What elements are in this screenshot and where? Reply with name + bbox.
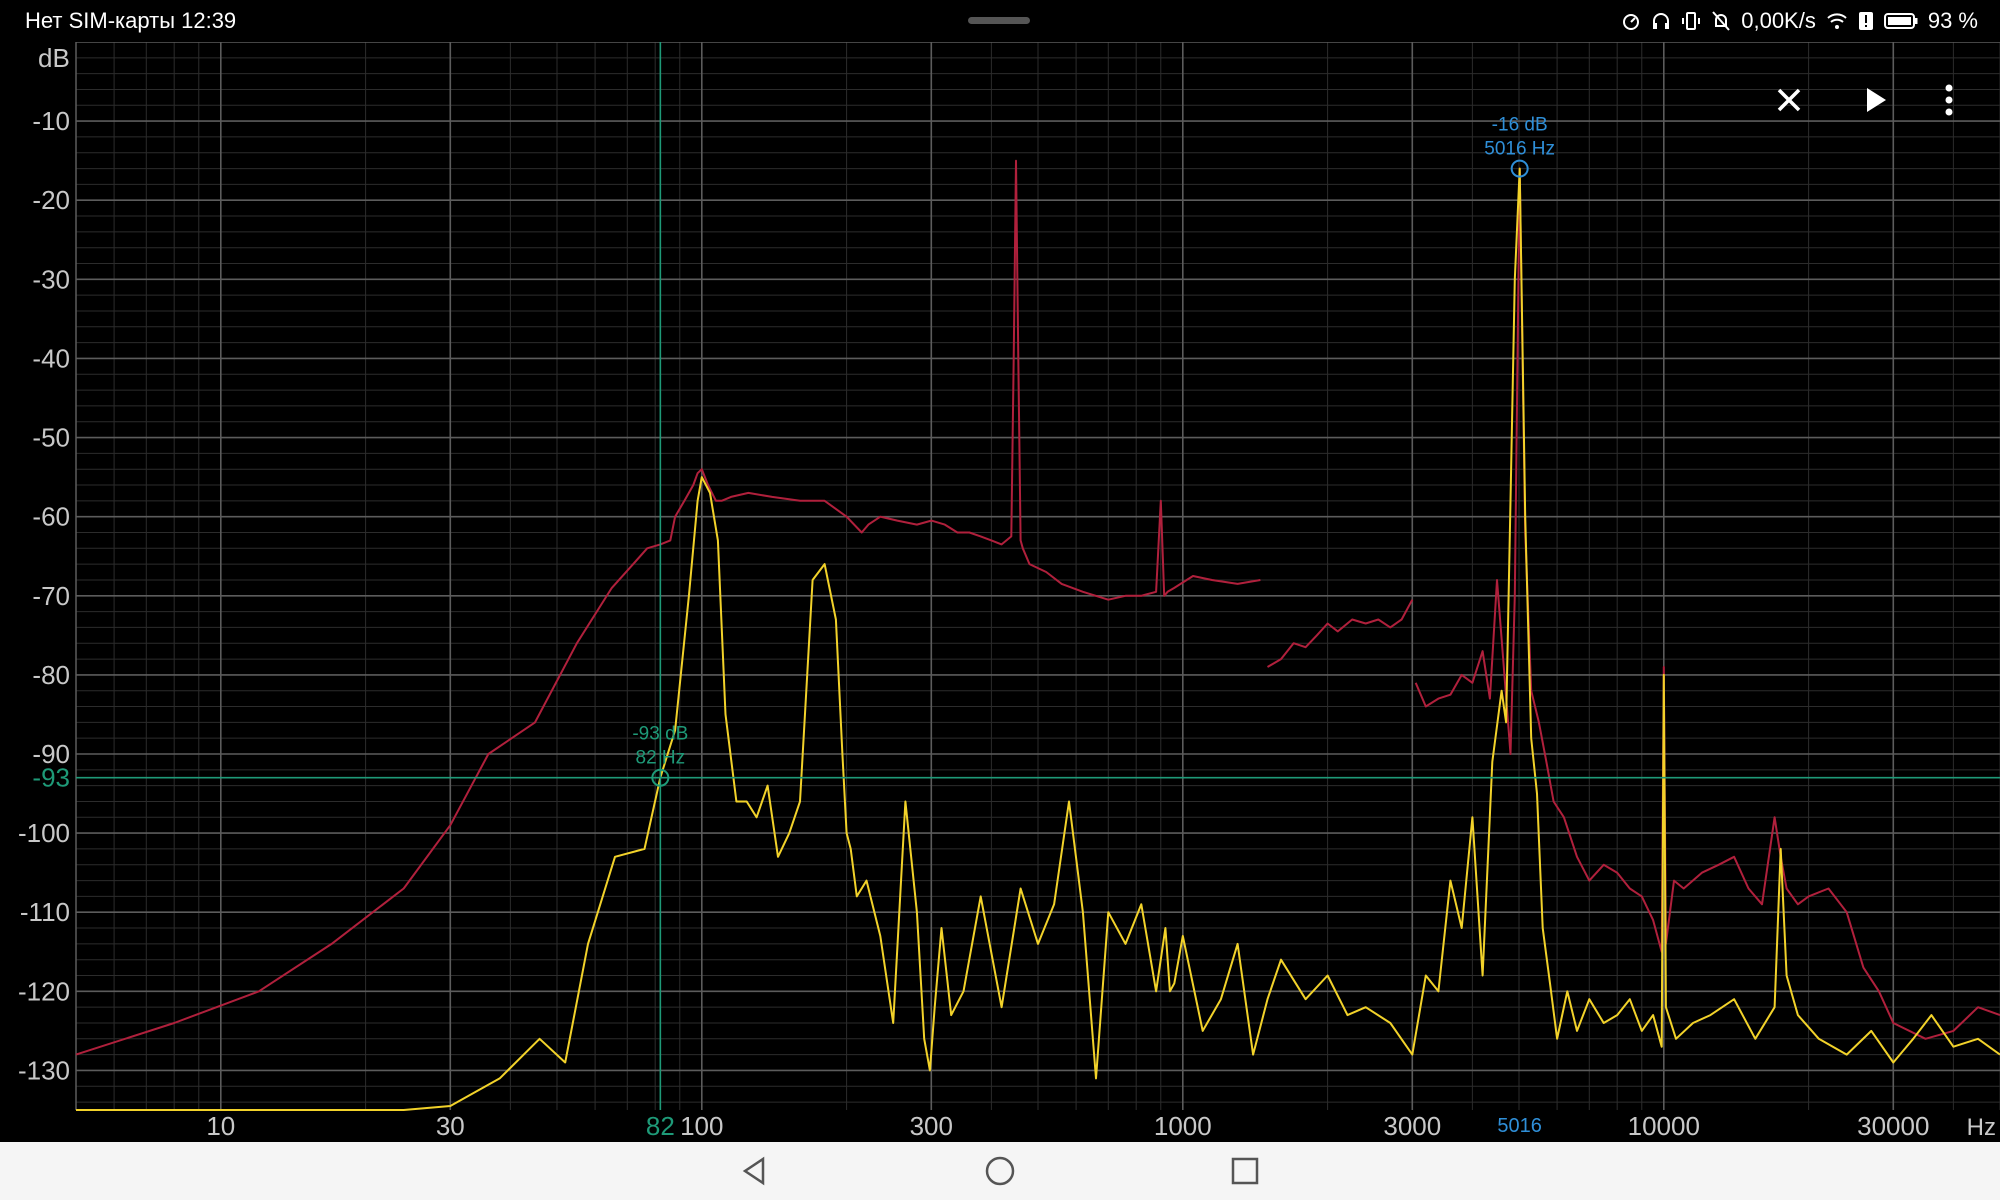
spectrum-chart[interactable]: -93 dB 82 Hz -16 dB 5016 Hz dB -10 -20 -30 -40 -…	[0, 42, 2000, 1142]
close-icon[interactable]	[1765, 76, 1813, 124]
mute-icon	[1712, 11, 1730, 31]
y-tick-label: -10	[32, 106, 70, 136]
alert-icon	[1858, 12, 1873, 30]
x-tick-label: 1000	[1154, 1111, 1212, 1141]
vibrate-icon	[1682, 12, 1701, 30]
play-icon[interactable]	[1850, 76, 1898, 124]
battery-percent-text: 93 %	[1927, 8, 1978, 33]
peak-x-label: 5016	[1497, 1115, 1542, 1137]
y-axis-unit: dB	[38, 43, 70, 73]
marker-db-label: -93 dB	[632, 724, 688, 745]
more-vert-icon[interactable]	[1925, 76, 1973, 124]
marker-hz-label: 5016 Hz	[1484, 139, 1555, 160]
carrier-time-text: Нет SIM-карты 12:39	[25, 8, 237, 33]
net-speed-text: 0,00K/s	[1741, 8, 1816, 33]
x-tick-label: 30	[436, 1111, 465, 1141]
y-tick-label: -120	[18, 976, 70, 1006]
x-tick-label: 100	[680, 1111, 723, 1141]
marker-db-label: -16 dB	[1492, 115, 1548, 136]
x-tick-label: 10	[206, 1111, 235, 1141]
x-axis-unit: Hz	[1967, 1114, 1996, 1141]
y-tick-label: -70	[32, 581, 70, 611]
speedometer-icon	[1623, 14, 1640, 30]
y-tick-label: -40	[32, 343, 70, 373]
y-tick-label: -80	[32, 660, 70, 690]
y-tick-label: -50	[32, 423, 70, 453]
wifi-icon	[1827, 13, 1847, 29]
series-line-2	[1266, 599, 1414, 668]
series-line-3	[1414, 167, 2000, 1040]
x-tick-label: 300	[910, 1111, 953, 1141]
headphones-icon	[1653, 13, 1670, 29]
x-tick-label: 30000	[1857, 1111, 1929, 1141]
recents-icon[interactable]	[1228, 1154, 1262, 1188]
status-right-group: 0,00K/s 93 %	[1621, 8, 1978, 34]
y-tick-label: -20	[32, 185, 70, 215]
y-tick-label: -130	[18, 1055, 70, 1085]
x-tick-label: 10000	[1628, 1111, 1700, 1141]
drag-handle[interactable]	[968, 17, 1030, 24]
y-tick-label: -100	[18, 818, 70, 848]
cursor-y-label: -93	[32, 763, 70, 793]
battery-icon	[1883, 13, 1918, 29]
grid-minor	[75, 42, 2000, 1110]
y-tick-label: -110	[20, 897, 70, 927]
y-tick-label: -60	[32, 502, 70, 532]
back-icon[interactable]	[738, 1154, 772, 1188]
y-tick-label: -30	[32, 264, 70, 294]
marker-hz-label: 82 Hz	[636, 748, 686, 769]
nav-bar	[0, 1142, 2000, 1200]
home-icon[interactable]	[983, 1154, 1017, 1188]
cursor-x-label: 82	[646, 1111, 675, 1141]
status-bar: Нет SIM-карты 12:39 0,00K/s 93 %	[0, 0, 2000, 42]
x-tick-label: 3000	[1383, 1111, 1441, 1141]
